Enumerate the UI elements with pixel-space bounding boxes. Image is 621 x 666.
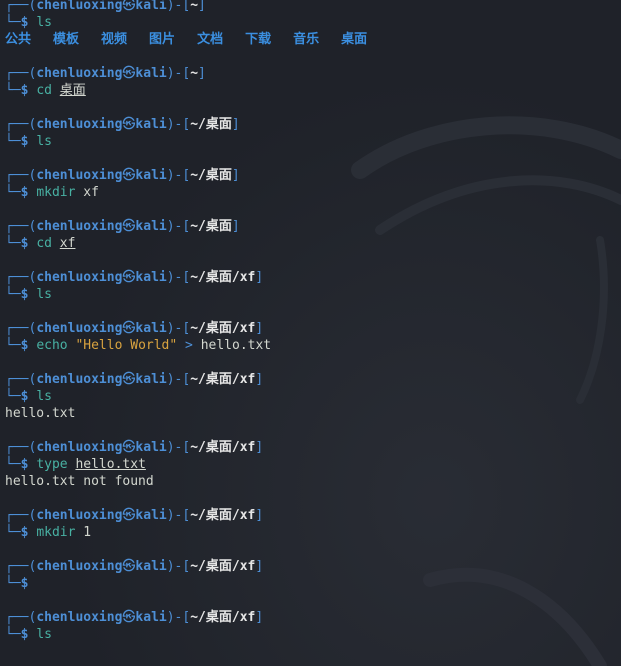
command-line: └─$ cd 桌面 xyxy=(5,83,86,98)
prompt-line: ┌──(chenluoxing㉿kali)-[~/桌面] xyxy=(5,117,240,132)
command-line[interactable]: └─$ ls xyxy=(5,626,621,643)
command-line: └─$ ls xyxy=(5,287,52,302)
command-line: └─$ mkdir 1 xyxy=(5,525,92,540)
command-line: └─$ ls xyxy=(5,389,52,404)
dir-entry: 音乐 xyxy=(293,32,320,47)
prompt-line: ┌──(chenluoxing㉿kali)-[~/桌面/xf] xyxy=(5,321,264,336)
dir-entry: 下载 xyxy=(245,32,272,47)
prompt-line: ┌──(chenluoxing㉿kali)-[~/桌面/xf] xyxy=(5,508,264,523)
command-line: └─$ echo "Hello World" > hello.txt xyxy=(5,338,272,353)
command-output: hello.txt xyxy=(5,406,76,421)
prompt-line: ┌──(chenluoxing㉿kali)-[~/桌面] xyxy=(5,168,240,183)
prompt-line: ┌──(chenluoxing㉿kali)-[~/桌面/xf] xyxy=(5,372,264,387)
dir-entry: 桌面 xyxy=(341,32,368,47)
command-line: └─$ mkdir xf xyxy=(5,185,99,200)
terminal-window[interactable]: ┌──(chenluoxing㉿kali)-[~] └─$ ls 公共 模板 视频 图… xyxy=(0,0,621,666)
prompt-line: ┌──(chenluoxing㉿kali)-[~/桌面] xyxy=(5,219,240,234)
ls-output: 公共 模板 视频 图片 文档 下载 音乐 桌面 xyxy=(5,31,621,48)
prompt-line: ┌──(chenluoxing㉿kali)-[~] xyxy=(5,66,206,81)
command-line: └─$ ls xyxy=(5,15,52,30)
prompt-line: ┌──(chenluoxing㉿kali)-[~/桌面/xf] xyxy=(5,610,264,625)
prompt-line: ┌──(chenluoxing㉿kali)-[~/桌面/xf] xyxy=(5,559,264,574)
command-line: └─$ type hello.txt xyxy=(5,457,146,472)
command-line: └─$ cd xf xyxy=(5,236,76,251)
dir-entry: 文档 xyxy=(197,32,224,47)
terminal-output: ┌──(chenluoxing㉿kali)-[~] └─$ ls 公共 模板 视频 图… xyxy=(5,0,621,643)
dir-entry: 模板 xyxy=(53,32,80,47)
dir-entry: 公共 xyxy=(5,32,32,47)
command-output: hello.txt not found xyxy=(5,474,154,489)
prompt-line: ┌──(chenluoxing㉿kali)-[~/桌面/xf] xyxy=(5,270,264,285)
prompt-line: ┌──(chenluoxing㉿kali)-[~/桌面/xf] xyxy=(5,440,264,455)
dir-entry: 图片 xyxy=(149,32,176,47)
command-line: └─$ ls xyxy=(5,134,52,149)
prompt-line: ┌──(chenluoxing㉿kali)-[~] xyxy=(5,0,206,13)
command-line: └─$ xyxy=(5,576,29,591)
dir-entry: 视频 xyxy=(101,32,128,47)
